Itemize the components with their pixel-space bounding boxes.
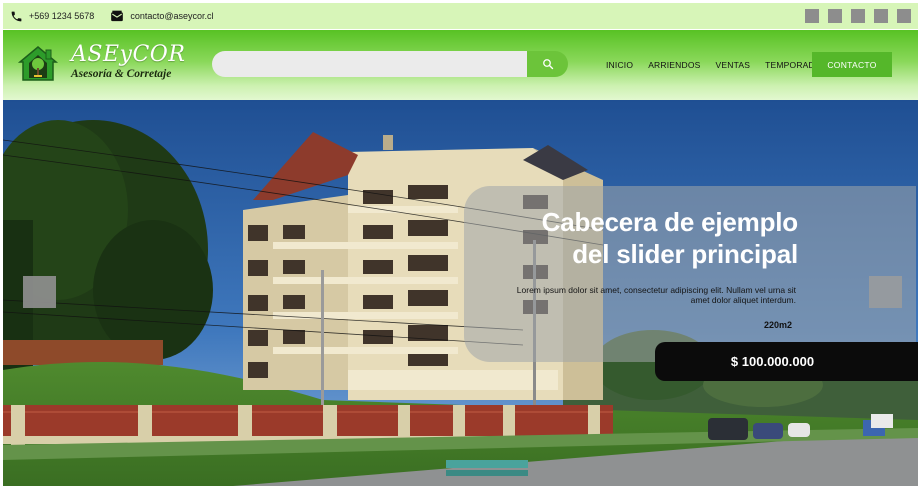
- email-contact[interactable]: contacto@aseycor.cl: [110, 10, 214, 23]
- email-icon: [111, 10, 124, 21]
- main-navigation: INICIO ARRIENDOS VENTAS TEMPORADA: [606, 60, 836, 70]
- social-icon[interactable]: [874, 9, 888, 23]
- nav-item-arriendos[interactable]: ARRIENDOS: [648, 60, 700, 70]
- top-utility-bar: +569 1234 5678 contacto@aseycor.cl: [3, 3, 918, 29]
- social-icon[interactable]: [897, 9, 911, 23]
- search-bar: [212, 51, 568, 77]
- phone-icon: [11, 11, 22, 21]
- social-icon[interactable]: [805, 9, 819, 23]
- phone-number: +569 1234 5678: [29, 11, 95, 21]
- search-icon: [542, 59, 553, 70]
- slider-prev-arrow[interactable]: [23, 276, 56, 308]
- logo[interactable]: ASEyCOR Asesoría & Corretaje: [17, 44, 185, 82]
- slide-title: Cabecera de ejemplo del slider principal: [458, 207, 799, 270]
- social-icon[interactable]: [828, 9, 842, 23]
- brand-tagline: Asesoría & Corretaje: [71, 68, 172, 80]
- house-tree-logo-icon: [17, 44, 59, 82]
- contact-button[interactable]: CONTACTO: [812, 52, 892, 77]
- slide-description: Lorem ipsum dolor sit amet, consectetur …: [516, 285, 796, 306]
- slide-price: $ 100.000.000: [730, 354, 815, 369]
- social-icon[interactable]: [851, 9, 865, 23]
- slide-title-line-2: del slider principal: [572, 238, 798, 269]
- brand-name: ASEyCOR: [71, 42, 186, 67]
- search-button[interactable]: [527, 51, 568, 77]
- email-address: contacto@aseycor.cl: [130, 11, 214, 21]
- site-header: ASEyCOR Asesoría & Corretaje INICIO ARRI…: [3, 30, 918, 100]
- nav-item-inicio[interactable]: INICIO: [606, 60, 633, 70]
- phone-contact[interactable]: +569 1234 5678: [10, 10, 94, 23]
- search-input[interactable]: [212, 51, 527, 77]
- price-bar[interactable]: $ 100.000.000: [655, 342, 918, 381]
- slide-title-line-1: Cabecera de ejemplo: [541, 207, 799, 237]
- nav-item-ventas[interactable]: VENTAS: [716, 60, 751, 70]
- hero-slider: Cabecera de ejemplo del slider principal…: [3, 100, 918, 486]
- social-links: [805, 9, 911, 23]
- slide-area: 220m2: [763, 320, 792, 330]
